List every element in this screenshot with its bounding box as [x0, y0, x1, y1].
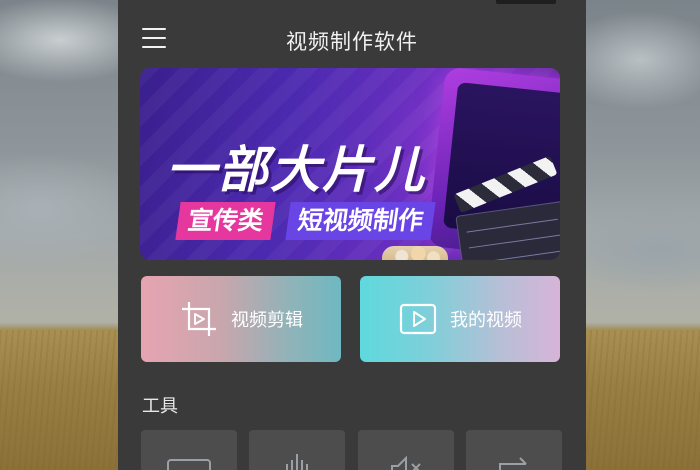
tool-convert[interactable]	[466, 430, 562, 470]
app-screen: 视频制作软件 一部大片儿 宣传类 短视频制作 视频剪辑 我的视频 工具	[118, 0, 586, 470]
convert-loop-icon	[499, 457, 527, 470]
audio-waveform-icon	[286, 454, 308, 470]
gif-icon	[167, 459, 211, 470]
popcorn-illustration	[382, 246, 448, 260]
promo-banner[interactable]: 一部大片儿 宣传类 短视频制作	[140, 68, 560, 260]
clapperboard-icon	[452, 155, 560, 260]
video-edit-button[interactable]: 视频剪辑	[141, 276, 341, 362]
banner-headline: 一部大片儿	[166, 141, 426, 199]
mute-icon	[391, 455, 421, 470]
top-bar: 视频制作软件	[118, 18, 586, 58]
video-edit-label: 视频剪辑	[231, 310, 303, 331]
my-videos-label: 我的视频	[450, 310, 522, 331]
banner-tag-promo: 宣传类	[175, 202, 276, 240]
banner-tag-short-video: 短视频制作	[285, 202, 436, 240]
play-box-icon	[399, 303, 437, 335]
status-bar-edge	[496, 0, 556, 4]
my-videos-button[interactable]: 我的视频	[360, 276, 560, 362]
tool-gif[interactable]	[141, 430, 237, 470]
app-title: 视频制作软件	[286, 30, 418, 54]
tools-section-label: 工具	[142, 396, 178, 417]
tool-audio[interactable]	[249, 430, 345, 470]
crop-play-icon	[182, 302, 216, 336]
tool-mute[interactable]	[358, 430, 454, 470]
